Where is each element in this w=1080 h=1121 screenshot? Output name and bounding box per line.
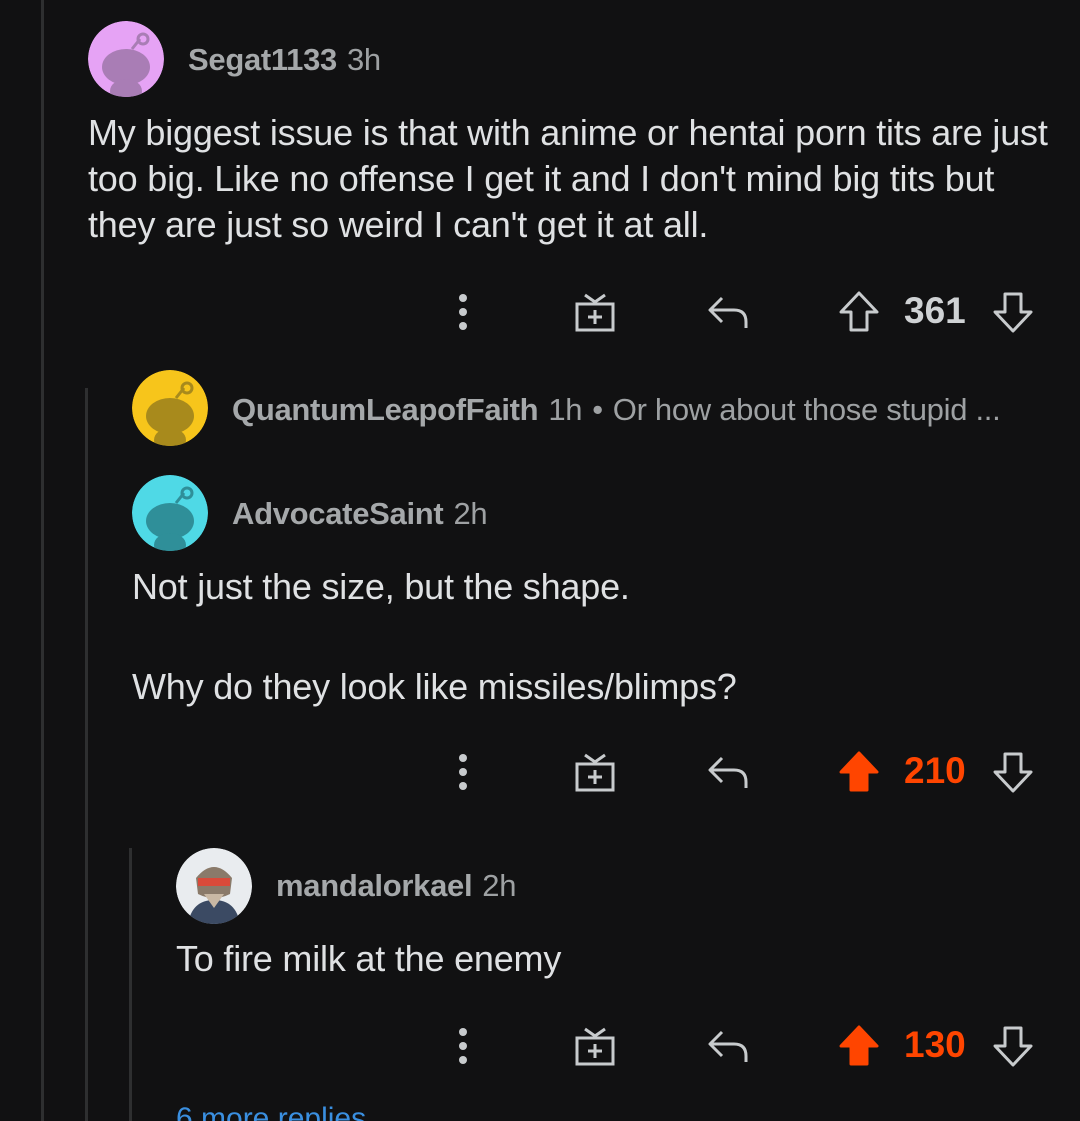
- comment-mandalorkael: mandalorkael 2h To fire milk at the enemy…: [0, 830, 1080, 1121]
- comment-paragraph: Why do they look like missiles/blimps?: [132, 666, 737, 707]
- award-gift-icon: [575, 753, 615, 792]
- more-options-icon: [459, 754, 467, 790]
- comment-body: To fire milk at the enemy: [176, 936, 1036, 982]
- comment-age: 3h: [346, 42, 381, 77]
- collapsed-preview: Or how about those stupid ...: [612, 392, 1001, 427]
- comment-age: 2h: [453, 496, 488, 531]
- reply-button[interactable]: [702, 282, 756, 342]
- comment-advocatesaint: AdvocateSaint 2h Not just the size, but t…: [0, 460, 1080, 820]
- comment-paragraph: My biggest issue is that with anime or h…: [88, 112, 1048, 245]
- snoo-avatar-icon: [132, 475, 208, 551]
- avatar[interactable]: [132, 370, 208, 446]
- downvote-arrow-icon: [993, 1026, 1033, 1067]
- reply-arrow-icon: [708, 756, 748, 788]
- upvote-button-active[interactable]: [836, 1016, 882, 1076]
- award-gift-icon: [575, 1027, 615, 1066]
- vote-count: 210: [904, 750, 966, 791]
- downvote-button[interactable]: [990, 742, 1036, 802]
- comment-thread: Segat1133 3h My biggest issue is that wit…: [0, 0, 1080, 1121]
- upvote-arrow-icon: [839, 751, 879, 792]
- username[interactable]: Segat1133: [188, 42, 337, 77]
- avatar[interactable]: [88, 21, 164, 97]
- upvote-arrow-icon: [839, 291, 879, 332]
- username[interactable]: QuantumLeapofFaith: [232, 392, 539, 427]
- comment-actions: 210: [440, 742, 1040, 802]
- reply-button[interactable]: [702, 1016, 756, 1076]
- comment-meta: AdvocateSaint 2h: [232, 496, 488, 532]
- more-options-button[interactable]: [440, 1016, 486, 1076]
- comment-actions: 361: [440, 282, 1040, 342]
- vote-count: 361: [904, 290, 966, 331]
- more-options-icon: [459, 1028, 467, 1064]
- comment-meta: QuantumLeapofFaith 1h • Or how about those …: [232, 392, 1001, 428]
- upvote-button[interactable]: [836, 282, 882, 342]
- avatar[interactable]: [132, 475, 208, 551]
- more-options-icon: [459, 294, 467, 330]
- upvote-arrow-icon: [839, 1025, 879, 1066]
- downvote-button[interactable]: [990, 1016, 1036, 1076]
- reply-arrow-icon: [708, 1030, 748, 1062]
- more-options-button[interactable]: [440, 282, 486, 342]
- award-button[interactable]: [570, 742, 620, 802]
- upvote-button-active[interactable]: [836, 742, 882, 802]
- comment-segat1133: Segat1133 3h My biggest issue is that wit…: [0, 0, 1080, 340]
- avatar[interactable]: [176, 848, 252, 924]
- comment-meta: Segat1133 3h: [188, 42, 381, 78]
- reply-button[interactable]: [702, 742, 756, 802]
- comment-age: 1h: [548, 392, 583, 427]
- snoo-avatar-icon: [132, 370, 208, 446]
- comment-age: 2h: [482, 868, 517, 903]
- soldier-avatar-icon: [176, 848, 252, 924]
- award-button[interactable]: [570, 1016, 620, 1076]
- downvote-arrow-icon: [993, 292, 1033, 333]
- more-options-button[interactable]: [440, 742, 486, 802]
- reply-arrow-icon: [708, 296, 748, 328]
- comment-paragraph: To fire milk at the enemy: [176, 938, 562, 979]
- comment-paragraph: Not just the size, but the shape.: [132, 566, 630, 607]
- downvote-button[interactable]: [990, 282, 1036, 342]
- separator-dot: •: [592, 392, 603, 427]
- comment-meta: mandalorkael 2h: [276, 868, 516, 904]
- more-replies-link[interactable]: 6 more replies: [176, 1102, 366, 1121]
- award-gift-icon: [575, 293, 615, 332]
- downvote-arrow-icon: [993, 752, 1033, 793]
- comment-actions: 130: [440, 1016, 1040, 1076]
- comment-body: My biggest issue is that with anime or h…: [88, 110, 1048, 248]
- award-button[interactable]: [570, 282, 620, 342]
- username[interactable]: mandalorkael: [276, 868, 473, 903]
- comment-quantumleapoffaith-collapsed[interactable]: QuantumLeapofFaith 1h • Or how about those …: [0, 360, 1080, 460]
- comment-body: Not just the size, but the shape. Why do…: [132, 564, 1032, 710]
- vote-count: 130: [904, 1024, 966, 1065]
- username[interactable]: AdvocateSaint: [232, 496, 444, 531]
- snoo-avatar-icon: [88, 21, 164, 97]
